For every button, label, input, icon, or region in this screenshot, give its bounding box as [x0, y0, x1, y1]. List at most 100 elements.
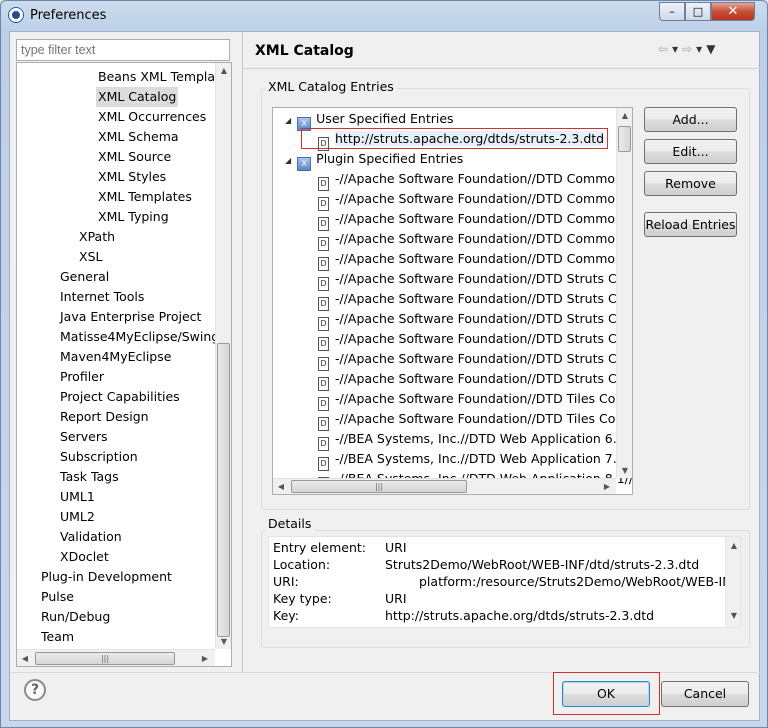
entries-vscroll[interactable]: ▲ ▼	[616, 108, 632, 478]
tree-item[interactable]: XML Occurrences	[96, 107, 208, 127]
tree-item[interactable]: Internet Tools	[58, 287, 146, 307]
view-menu-icon[interactable]: ▼	[706, 42, 719, 56]
scroll-up-icon[interactable]: ▲	[726, 541, 740, 550]
catalog-entry-row[interactable]: D -//Apache Software Foundation//DTD Stru…	[318, 289, 629, 311]
tree-item[interactable]: XML Styles	[96, 167, 168, 187]
tree-item[interactable]: XML Catalog	[96, 87, 179, 107]
tree-item[interactable]: General	[58, 267, 111, 287]
catalog-entry-row[interactable]: D -//Apache Software Foundation//DTD Comm…	[318, 169, 630, 191]
tree-item[interactable]: Java Enterprise Project	[58, 307, 203, 327]
tree-item[interactable]: XSL	[77, 247, 104, 267]
scroll-left-icon[interactable]: ◀	[17, 654, 33, 663]
details-hscroll[interactable]	[269, 627, 725, 628]
reload-entries-button[interactable]: Reload Entries	[644, 212, 737, 237]
window-title: Preferences	[30, 8, 107, 23]
tree-item[interactable]: XDoclet	[58, 547, 111, 567]
forward-icon[interactable]: ⇨	[682, 42, 696, 56]
ok-button[interactable]: OK	[562, 681, 650, 707]
catalog-entry-row[interactable]: D -//Apache Software Foundation//DTD Comm…	[318, 229, 629, 251]
scroll-down-icon[interactable]: ▼	[216, 637, 231, 646]
scroll-down-icon[interactable]: ▼	[726, 611, 740, 620]
scroll-up-icon[interactable]: ▲	[216, 66, 231, 75]
scroll-left-icon[interactable]: ◀	[273, 482, 289, 491]
tree-item[interactable]: XML Typing	[96, 207, 171, 227]
tree-item[interactable]: Validation	[58, 527, 124, 547]
detail-value: platform:/resource/Struts2Demo/WebRoot/W…	[419, 574, 741, 589]
scroll-up-icon[interactable]: ▲	[617, 111, 632, 120]
panel-divider[interactable]	[242, 32, 243, 672]
tree-vscroll[interactable]: ▲ ▼	[215, 63, 231, 649]
detail-value: URI	[385, 540, 407, 555]
entry-label: -//Apache Software Foundation//DTD Commo…	[335, 171, 630, 186]
filter-input[interactable]	[16, 39, 230, 61]
collapse-icon[interactable]: ◢	[285, 156, 291, 165]
tree-item[interactable]: Report Design	[58, 407, 151, 427]
close-button[interactable]: ✕	[711, 2, 755, 21]
add-button[interactable]: Add...	[644, 107, 737, 132]
tree-item[interactable]: Maven4MyEclipse	[58, 347, 173, 367]
scroll-right-icon[interactable]: ▶	[599, 482, 615, 491]
minimize-button[interactable]: –	[659, 2, 685, 21]
tree-item[interactable]: UML1	[58, 487, 97, 507]
scroll-right-icon[interactable]: ▶	[197, 654, 213, 663]
catalog-group-row[interactable]: ◢ X User Specified Entries	[285, 109, 454, 131]
entries-group-label: XML Catalog Entries	[265, 79, 397, 94]
back-icon[interactable]: ⇦	[658, 42, 672, 56]
catalog-entry-row[interactable]: D -//Apache Software Foundation//DTD Comm…	[318, 249, 629, 271]
detail-key: Key:	[273, 608, 299, 623]
catalog-entry-row[interactable]: D -//BEA Systems, Inc.//DTD Web Applicati…	[318, 449, 632, 471]
catalog-entry-row[interactable]: D -//Apache Software Foundation//DTD Tile…	[318, 409, 628, 431]
tree-item[interactable]: Profiler	[58, 367, 106, 387]
tree-item[interactable]: Beans XML Templat	[96, 67, 222, 87]
catalog-entry-row[interactable]: D -//Apache Software Foundation//DTD Stru…	[318, 269, 629, 291]
entry-label: -//Apache Software Foundation//DTD Strut…	[335, 351, 630, 366]
tree-item[interactable]: Plug-in Development	[39, 567, 174, 587]
remove-button[interactable]: Remove	[644, 171, 737, 196]
entries-hscroll-thumb[interactable]: |||	[291, 480, 467, 493]
tree-item[interactable]: Run/Debug	[39, 607, 112, 627]
tree-item[interactable]: XML Schema	[96, 127, 181, 147]
tree-hscroll-thumb[interactable]: |||	[35, 652, 175, 665]
catalog-entry-row[interactable]: D -//Apache Software Foundation//DTD Comm…	[318, 189, 630, 211]
catalog-entry-row[interactable]: D -//BEA Systems, Inc.//DTD Web Applicati…	[318, 429, 632, 451]
dtd-file-icon: D	[318, 397, 329, 411]
catalog-entry-row[interactable]: D -//Apache Software Foundation//DTD Stru…	[318, 349, 630, 371]
catalog-entry-row[interactable]: D -//Apache Software Foundation//DTD Stru…	[318, 329, 629, 351]
tree-item[interactable]: Matisse4MyEclipse/Swing	[58, 327, 221, 347]
catalog-entry-row[interactable]: D -//Apache Software Foundation//DTD Comm…	[318, 209, 629, 231]
tree-item[interactable]: Servers	[58, 427, 110, 447]
history-nav[interactable]: ⇦▾⇨▾▼	[658, 42, 719, 56]
detail-key: Location:	[273, 557, 331, 572]
catalog-group-row[interactable]: ◢ X Plugin Specified Entries	[285, 149, 463, 171]
tree-item[interactable]: XPath	[77, 227, 117, 247]
catalog-entry-row[interactable]: D -//Apache Software Foundation//DTD Tile…	[318, 389, 628, 411]
tree-item[interactable]: Task Tags	[58, 467, 121, 487]
maximize-button[interactable]: □	[685, 2, 711, 21]
back-menu-icon[interactable]: ▾	[672, 42, 682, 56]
tree-item[interactable]: Team	[39, 627, 76, 647]
tree-item[interactable]: Project Capabilities	[58, 387, 182, 407]
detail-value: http://struts.apache.org/dtds/struts-2.3…	[385, 608, 655, 623]
catalog-entry-row[interactable]: D -//Apache Software Foundation//DTD Stru…	[318, 369, 630, 391]
entries-hscroll[interactable]: ◀ ||| ▶	[273, 478, 616, 494]
edit-button[interactable]: Edit...	[644, 139, 737, 164]
tree-item[interactable]: Pulse	[39, 587, 76, 607]
catalog-entry-row[interactable]: D -//Apache Software Foundation//DTD Stru…	[318, 309, 629, 331]
entry-label: -//Apache Software Foundation//DTD Strut…	[335, 371, 630, 386]
title-bar[interactable]: Preferences – □ ✕	[1, 1, 767, 31]
tree-hscroll[interactable]: ◀ ||| ▶	[17, 649, 215, 666]
help-icon[interactable]: ?	[24, 679, 46, 701]
dtd-file-icon: D	[318, 237, 329, 251]
cancel-button[interactable]: Cancel	[661, 681, 749, 707]
tree-item[interactable]: XML Templates	[96, 187, 194, 207]
entries-vscroll-thumb[interactable]	[618, 126, 631, 152]
collapse-icon[interactable]: ◢	[285, 116, 291, 125]
tree-item[interactable]: UML2	[58, 507, 97, 527]
scroll-down-icon[interactable]: ▼	[617, 466, 632, 475]
tree-vscroll-thumb[interactable]	[217, 343, 230, 637]
entry-label: -//Apache Software Foundation//DTD Commo…	[335, 191, 630, 206]
tree-item[interactable]: Subscription	[58, 447, 140, 467]
forward-menu-icon[interactable]: ▾	[696, 42, 706, 56]
tree-item[interactable]: XML Source	[96, 147, 173, 167]
details-vscroll[interactable]: ▲ ▼	[725, 537, 740, 627]
